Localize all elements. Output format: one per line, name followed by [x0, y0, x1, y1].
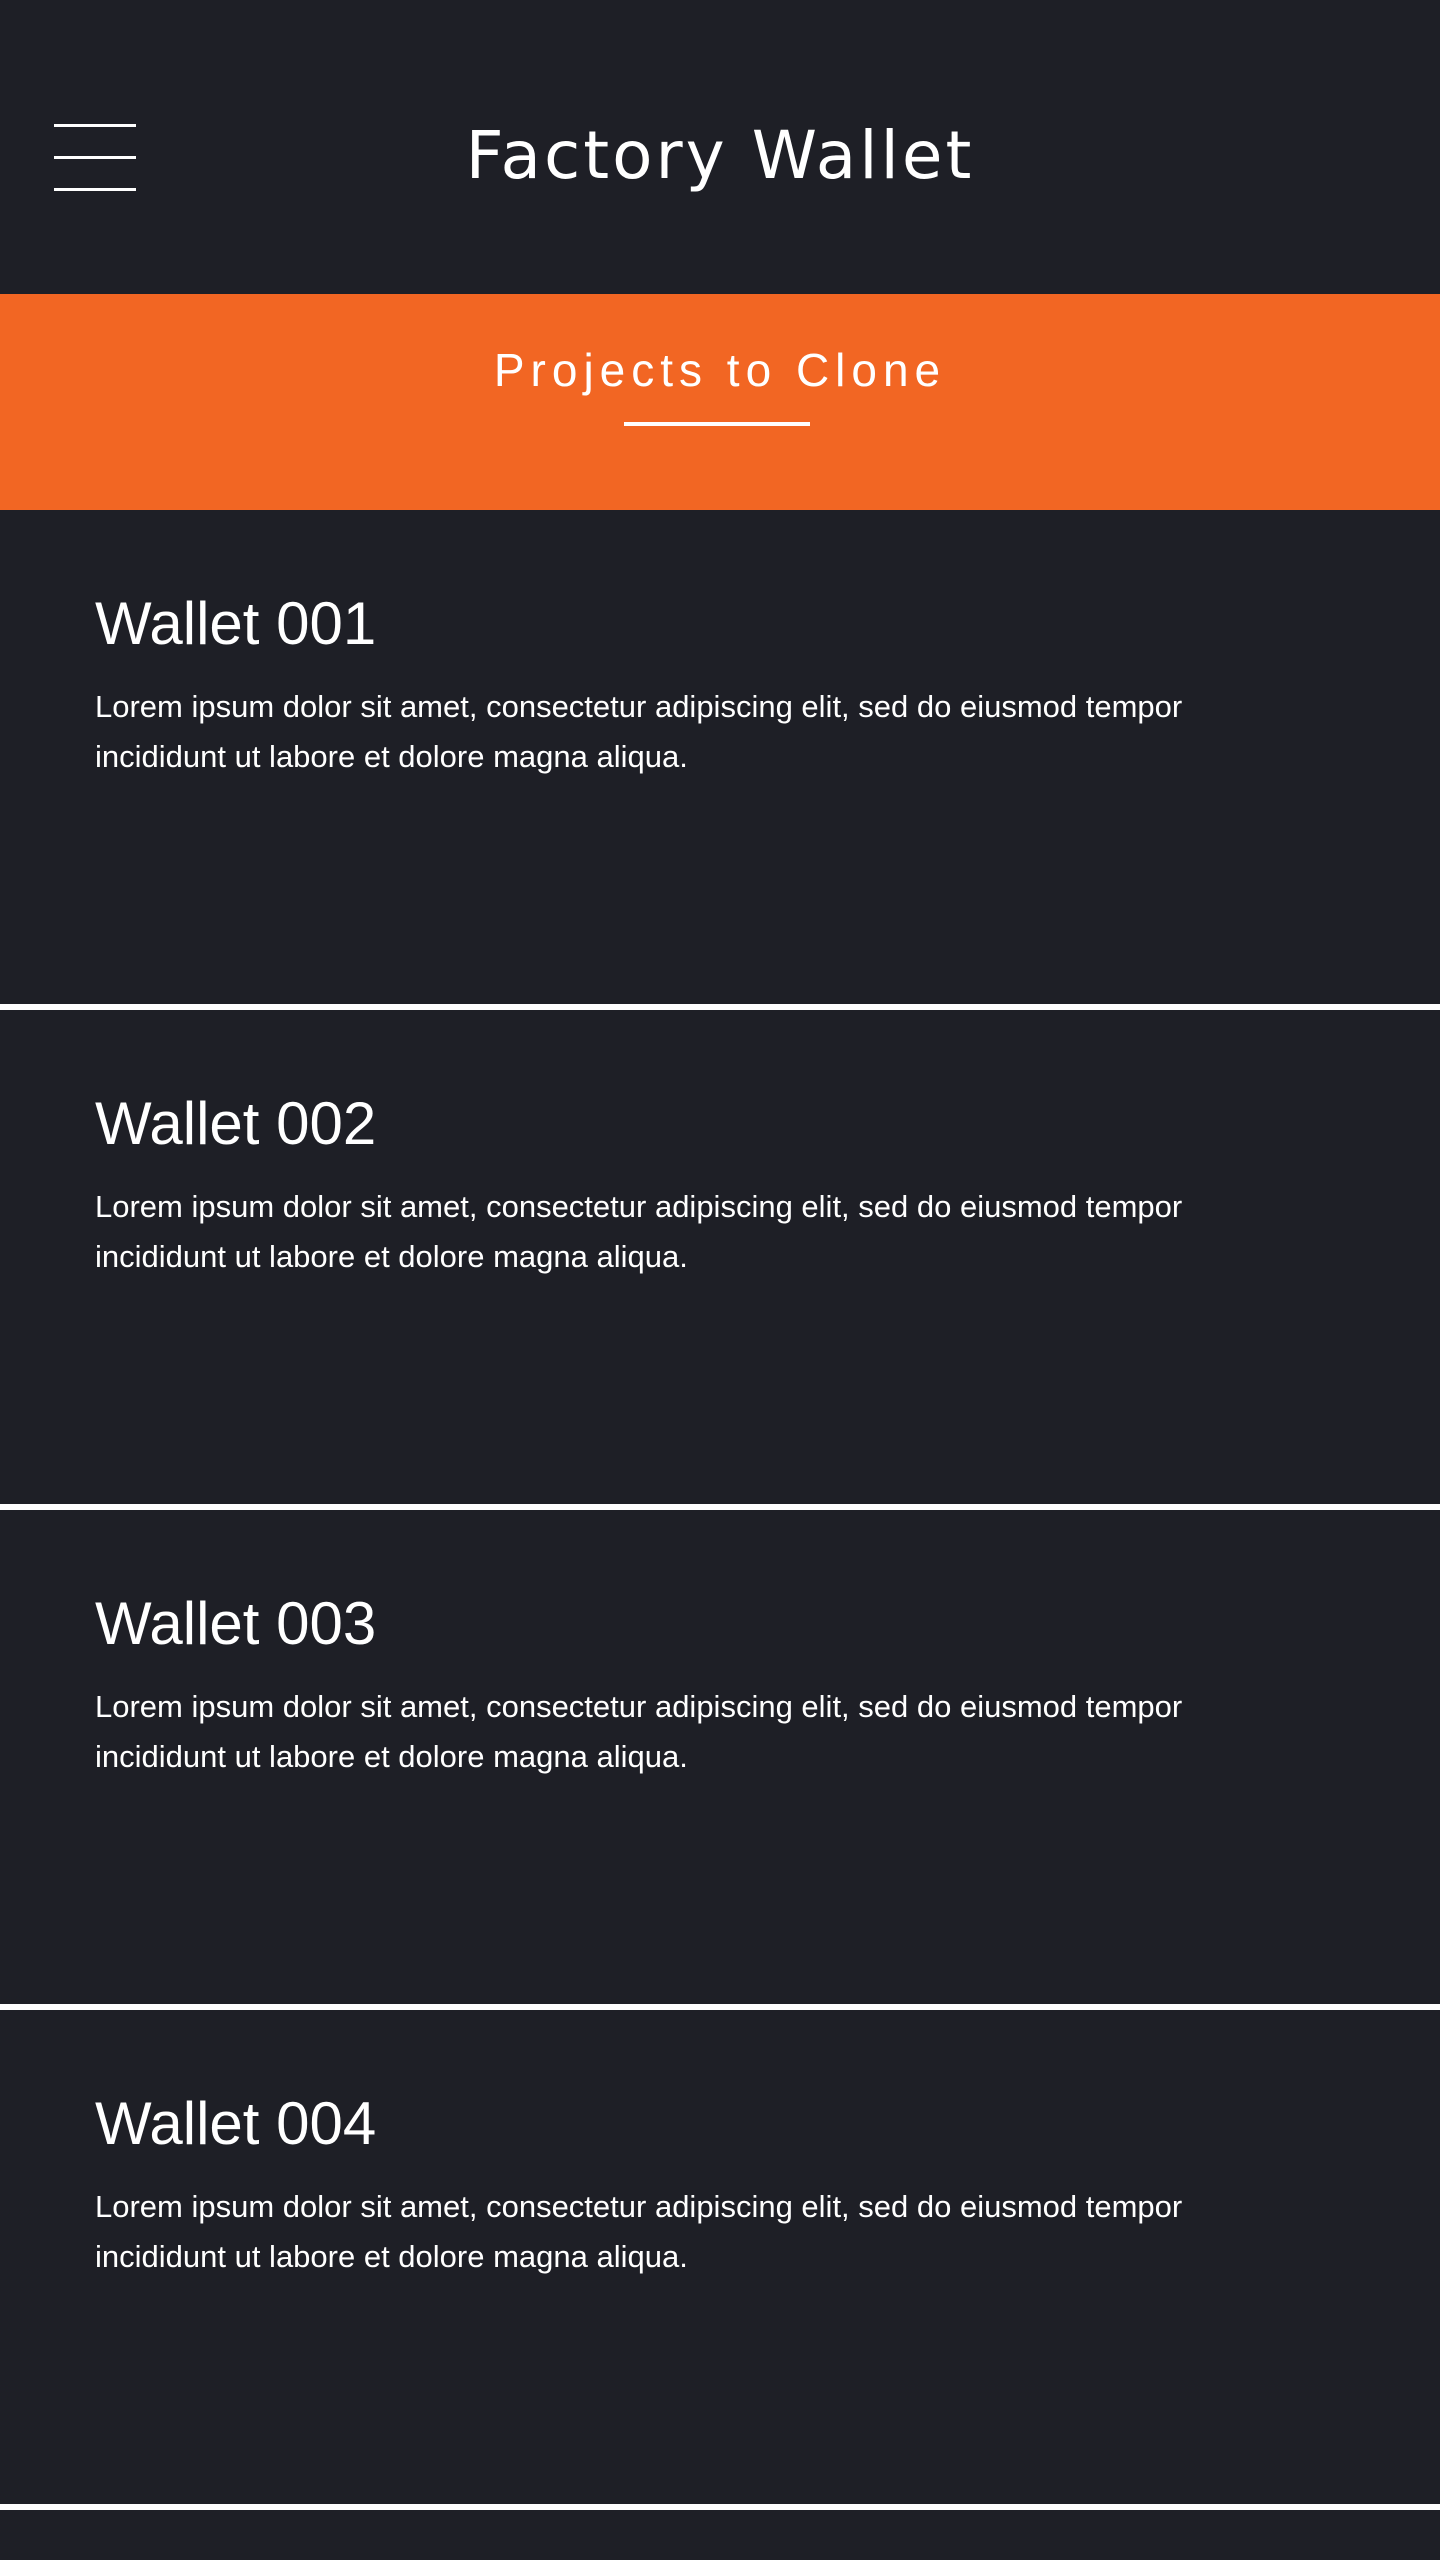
section-title-underline [624, 422, 810, 426]
list-divider [0, 2504, 1440, 2510]
wallet-description: Lorem ipsum dolor sit amet, consectetur … [95, 1689, 1183, 1774]
app-title: Factory Wallet [465, 117, 975, 194]
wallet-name: Wallet 003 [95, 1590, 377, 1657]
wallet-name: Wallet 002 [95, 1090, 377, 1157]
wallet-description: Lorem ipsum dolor sit amet, consectetur … [95, 2189, 1183, 2274]
wallet-description: Lorem ipsum dolor sit amet, consectetur … [95, 1189, 1183, 1274]
page: Factory Wallet Projects to Clone Wallet … [0, 0, 1440, 2560]
wallet-list-item[interactable]: Wallet 004 Lorem ipsum dolor sit amet, c… [0, 2010, 1440, 2510]
wallet-name: Wallet 001 [95, 590, 377, 657]
section-banner: Projects to Clone [0, 294, 1440, 510]
section-title: Projects to Clone [493, 344, 947, 396]
app-header: Factory Wallet [0, 0, 1440, 294]
wallet-list-item[interactable]: Wallet 001 Lorem ipsum dolor sit amet, c… [0, 510, 1440, 1010]
wallet-list-item[interactable]: Wallet 002 Lorem ipsum dolor sit amet, c… [0, 1010, 1440, 1510]
wallet-list-item[interactable]: Wallet 003 Lorem ipsum dolor sit amet, c… [0, 1510, 1440, 2010]
wallet-description: Lorem ipsum dolor sit amet, consectetur … [95, 689, 1183, 774]
wallet-list: Wallet 001 Lorem ipsum dolor sit amet, c… [0, 510, 1440, 2510]
wallet-name: Wallet 004 [95, 2090, 377, 2157]
